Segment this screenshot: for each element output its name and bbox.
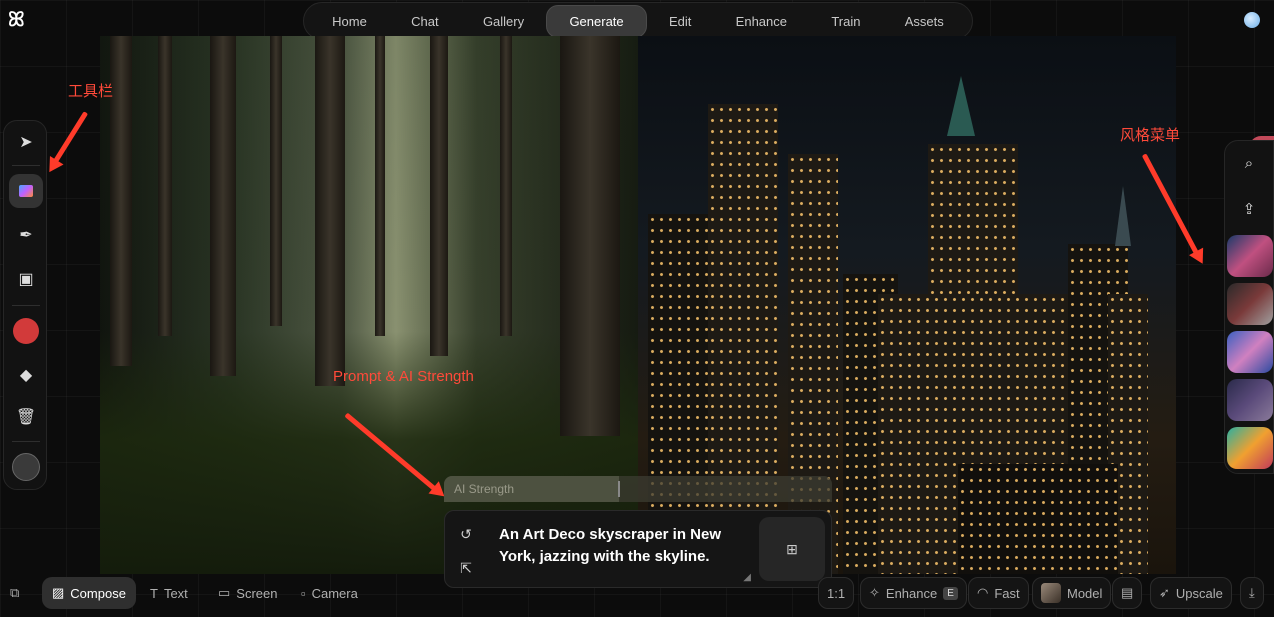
ai-strength-handle[interactable]	[618, 481, 620, 497]
mode-compose[interactable]: ▨ Compose	[42, 577, 136, 609]
tab-generate[interactable]: Generate	[546, 4, 647, 38]
brush-icon[interactable]: ✒	[9, 218, 43, 252]
top-nav: Home Chat Gallery Generate Edit Enhance …	[303, 2, 973, 40]
text-icon: T	[150, 585, 158, 601]
color-picker-icon[interactable]	[9, 314, 43, 348]
reset-icon[interactable]: ↺	[455, 523, 477, 545]
fast-button[interactable]: ◠ Fast	[968, 577, 1029, 609]
ai-strength-slider[interactable]: AI Strength	[444, 476, 832, 502]
tab-enhance[interactable]: Enhance	[714, 6, 809, 37]
tab-chat[interactable]: Chat	[389, 6, 460, 37]
annotation-toolbar: 工具栏	[68, 83, 114, 100]
image-add-icon: ⊞	[786, 540, 798, 557]
mode-text[interactable]: T Text	[150, 577, 188, 609]
mode-camera[interactable]: ▫ Camera	[301, 577, 358, 609]
left-toolbar: ➤ ✒ ▣ ◆ 🗑	[3, 120, 47, 490]
tab-home[interactable]: Home	[310, 6, 389, 37]
screen-icon: ▭	[218, 585, 231, 600]
style-panel: ⌕ ⇪	[1224, 140, 1274, 474]
canvas-thumbnail-icon[interactable]	[9, 450, 43, 484]
save-button[interactable]: ▤	[1112, 577, 1143, 609]
image-prompt-button[interactable]: ⊞	[759, 517, 825, 581]
model-label: Model	[1067, 585, 1103, 601]
style-thumb-4[interactable]	[1227, 379, 1273, 421]
annotation-arrow-toolbar	[49, 111, 89, 169]
layers-icon[interactable]	[9, 174, 43, 208]
download-icon: ⤓	[1249, 585, 1255, 600]
mode-screen[interactable]: ▭ Screen	[218, 577, 278, 609]
eraser-icon[interactable]: ◆	[9, 358, 43, 392]
model-avatar	[1041, 583, 1061, 603]
camera-icon: ▫	[301, 585, 306, 601]
tab-train[interactable]: Train	[809, 6, 882, 37]
ai-strength-label: AI Strength	[454, 482, 515, 496]
style-thumb-2[interactable]	[1227, 283, 1273, 325]
aspect-ratio-label: 1:1	[827, 585, 846, 601]
gauge-icon: ◠	[977, 585, 989, 600]
search-icon[interactable]: ⌕	[1237, 151, 1261, 175]
aspect-ratio-button[interactable]: 1:1	[818, 577, 855, 609]
mode-compose-label: Compose	[70, 585, 126, 601]
style-thumb-5[interactable]	[1227, 427, 1273, 469]
save-icon: ▤	[1121, 585, 1134, 600]
enhance-shortcut: E	[943, 586, 958, 600]
tab-gallery[interactable]: Gallery	[461, 6, 546, 37]
tab-edit[interactable]: Edit	[647, 6, 713, 37]
enhance-label: Enhance	[885, 585, 938, 601]
trash-icon[interactable]: 🗑	[9, 400, 43, 434]
style-thumb-3[interactable]	[1227, 331, 1273, 373]
select-pointer-icon[interactable]: ➤	[9, 125, 43, 159]
share-prompt-icon[interactable]: ⇱	[455, 557, 477, 579]
fast-label: Fast	[994, 585, 1020, 601]
enhance-button[interactable]: ✧ Enhance E	[860, 577, 967, 609]
mode-text-label: Text	[163, 585, 188, 601]
send-icon: ➶	[1159, 585, 1170, 600]
image-upload-icon[interactable]: ▣	[9, 262, 43, 296]
share-icon[interactable]: ⇪	[1237, 197, 1261, 221]
style-thumb-1[interactable]	[1227, 235, 1273, 277]
bottom-bar: ⧉ ▨ Compose T Text ▭ Screen ▫ Camera 1:1…	[0, 577, 1274, 609]
download-button[interactable]: ⤓	[1240, 577, 1264, 609]
sparkle-icon: ✧	[869, 585, 880, 600]
frame-icon[interactable]: ⧉	[10, 577, 19, 609]
app-logo[interactable]: ꕤ	[8, 8, 28, 32]
annotation-styles: 风格菜单	[1120, 127, 1181, 144]
compose-icon: ▨	[52, 585, 65, 600]
mode-screen-label: Screen	[236, 585, 278, 601]
prompt-input[interactable]: An Art Deco skyscraper in New York, jazz…	[499, 524, 749, 568]
upscale-label: Upscale	[1175, 585, 1223, 601]
user-avatar[interactable]	[1244, 12, 1260, 28]
tab-assets[interactable]: Assets	[883, 6, 966, 37]
model-button[interactable]: Model	[1032, 577, 1112, 609]
annotation-prompt: Prompt & AI Strength	[333, 368, 474, 385]
mode-camera-label: Camera	[311, 585, 358, 601]
upscale-button[interactable]: ➶ Upscale	[1150, 577, 1232, 609]
